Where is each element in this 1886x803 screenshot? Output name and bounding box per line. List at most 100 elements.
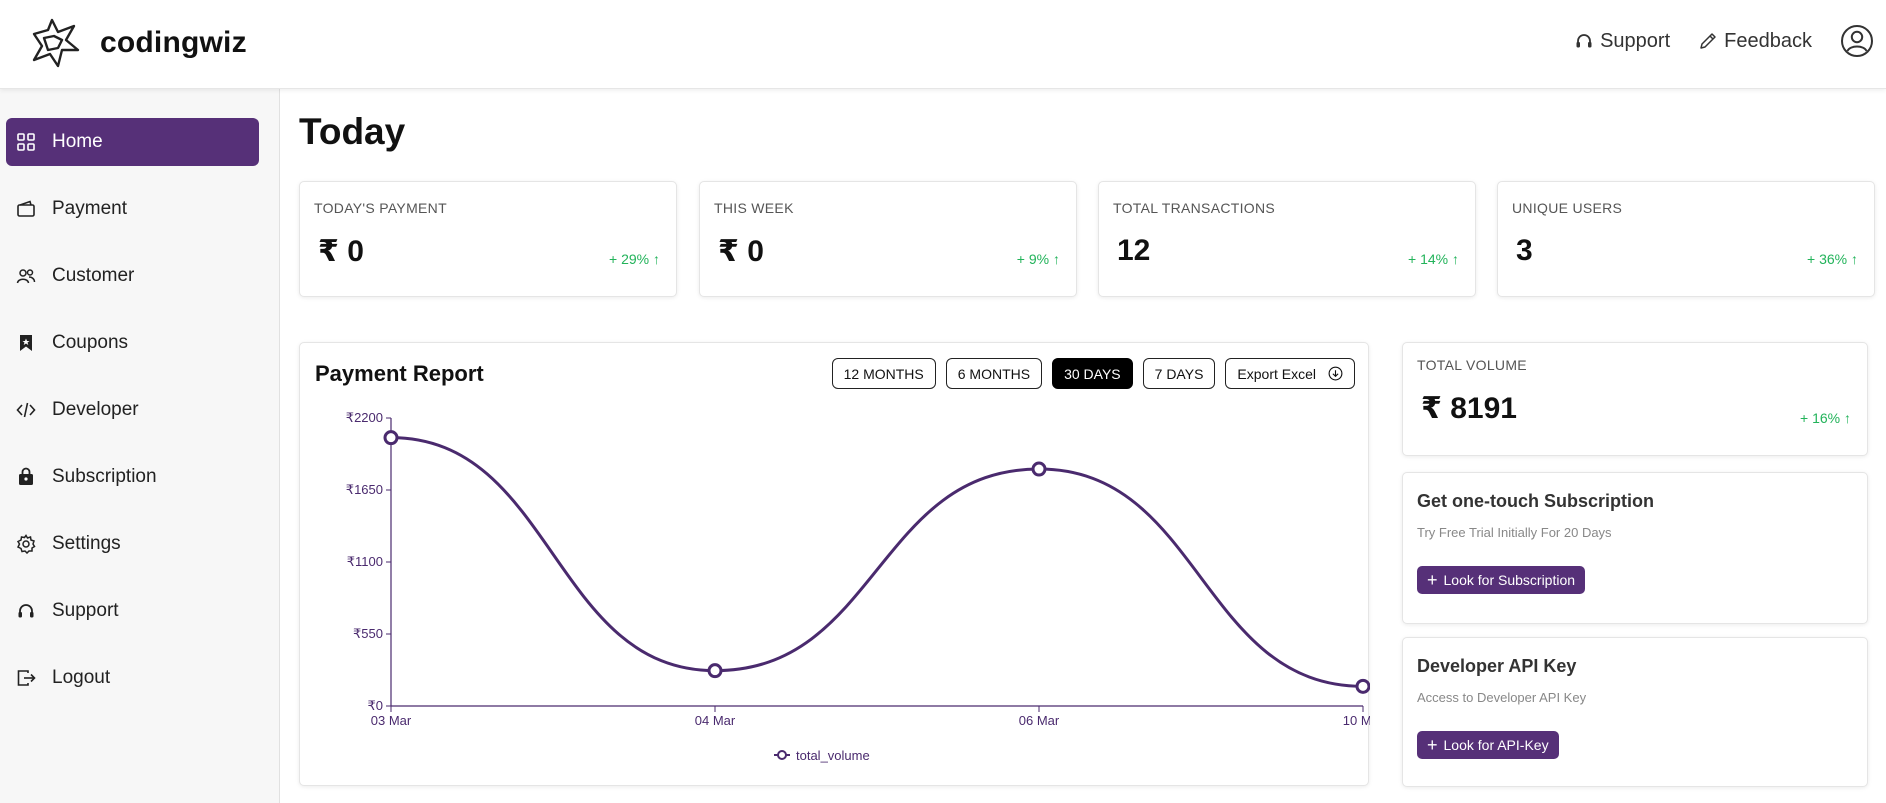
data-point bbox=[383, 430, 399, 446]
button-label: Look for Subscription bbox=[1443, 572, 1576, 588]
stat-value: ₹ 0 bbox=[318, 235, 364, 268]
logout-icon bbox=[16, 668, 36, 688]
stat-label: TOTAL TRANSACTIONS bbox=[1113, 200, 1276, 216]
sidebar-item-subscription[interactable]: Subscription bbox=[6, 453, 259, 501]
total-volume-card: TOTAL VOLUME ₹ 8191 + 16% ↑ bbox=[1402, 342, 1868, 456]
x-tick-label: 10 Mar bbox=[1343, 713, 1370, 728]
gear-icon bbox=[16, 534, 36, 554]
headset-icon bbox=[1576, 34, 1592, 48]
stat-card-unique-users: UNIQUE USERS 3 + 36% ↑ bbox=[1497, 181, 1875, 297]
bookmark-icon bbox=[16, 333, 36, 353]
sidebar-item-customer[interactable]: Customer bbox=[6, 252, 259, 300]
data-point bbox=[1355, 678, 1370, 694]
top-header: codingwiz Support Feedback bbox=[0, 0, 1886, 89]
sidebar-item-home[interactable]: Home bbox=[6, 118, 259, 166]
y-tick-label: ₹1100 bbox=[347, 554, 383, 569]
promo-subtitle: Access to Developer API Key bbox=[1417, 690, 1587, 705]
stat-delta: + 36% ↑ bbox=[1807, 251, 1858, 267]
volume-label: TOTAL VOLUME bbox=[1417, 357, 1527, 373]
export-excel-button[interactable]: Export Excel bbox=[1225, 358, 1355, 389]
sidebar-item-label: Developer bbox=[52, 399, 139, 420]
promo-subtitle: Try Free Trial Initially For 20 Days bbox=[1417, 525, 1612, 540]
series-line-total-volume bbox=[390, 436, 1364, 688]
stat-delta: + 14% ↑ bbox=[1408, 251, 1459, 267]
sidebar-item-label: Subscription bbox=[52, 466, 157, 487]
range-6-months-button[interactable]: 6 MONTHS bbox=[945, 358, 1043, 389]
legend-marker bbox=[777, 750, 787, 760]
export-excel-label: Export Excel bbox=[1237, 365, 1316, 382]
sidebar-item-label: Logout bbox=[52, 667, 111, 688]
sidebar-item-label: Coupons bbox=[52, 332, 129, 353]
stat-card-this-week: THIS WEEK ₹ 0 + 9% ↑ bbox=[699, 181, 1077, 297]
x-tick-label: 04 Mar bbox=[695, 713, 736, 728]
range-7-days-button[interactable]: 7 DAYS bbox=[1142, 358, 1216, 389]
look-for-api-key-button[interactable]: + Look for API-Key bbox=[1417, 731, 1559, 759]
stat-delta: + 9% ↑ bbox=[1016, 251, 1060, 267]
stat-card-todays-payment: TODAY'S PAYMENT ₹ 0 + 29% ↑ bbox=[299, 181, 677, 297]
stat-label: TODAY'S PAYMENT bbox=[314, 200, 447, 216]
download-circle-icon bbox=[1328, 366, 1343, 381]
support-label: Support bbox=[1600, 29, 1671, 52]
brand-name: codingwiz bbox=[100, 26, 247, 59]
stat-delta: + 29% ↑ bbox=[609, 251, 660, 267]
support-link[interactable]: Support bbox=[1574, 30, 1670, 53]
page-title: Today bbox=[299, 111, 406, 152]
volume-delta: + 16% ↑ bbox=[1800, 410, 1851, 426]
headset-icon bbox=[16, 601, 36, 621]
brand[interactable]: codingwiz bbox=[28, 16, 247, 70]
sidebar-item-label: Support bbox=[52, 600, 119, 621]
code-icon bbox=[16, 400, 36, 420]
stat-card-total-transactions: TOTAL TRANSACTIONS 12 + 14% ↑ bbox=[1098, 181, 1476, 297]
range-toggle-group: 12 MONTHS 6 MONTHS 30 DAYS 7 DAYS Export… bbox=[822, 358, 1355, 389]
stat-value: ₹ 0 bbox=[718, 235, 764, 268]
sidebar-item-logout[interactable]: Logout bbox=[6, 654, 259, 702]
sidebar-item-support[interactable]: Support bbox=[6, 587, 259, 635]
subscription-promo-card: Get one-touch Subscription Try Free Tria… bbox=[1402, 472, 1868, 624]
api-key-promo-card: Developer API Key Access to Developer AP… bbox=[1402, 637, 1868, 787]
stat-value: 12 bbox=[1117, 234, 1151, 267]
main-content: Today TODAY'S PAYMENT ₹ 0 + 29% ↑ THIS W… bbox=[281, 89, 1886, 803]
promo-title: Get one-touch Subscription bbox=[1417, 491, 1654, 511]
promo-title: Developer API Key bbox=[1417, 656, 1577, 676]
sidebar-item-coupons[interactable]: Coupons bbox=[6, 319, 259, 367]
feedback-label: Feedback bbox=[1724, 29, 1812, 52]
payment-report-chart: ₹0 ₹550 ₹1100 ₹1650 ₹2200 03 Mar 04 Mar 06 Mar 1… bbox=[346, 410, 1370, 763]
sidebar-item-label: Settings bbox=[52, 533, 121, 554]
sidebar-item-label: Customer bbox=[52, 265, 135, 286]
feedback-link[interactable]: Feedback bbox=[1698, 30, 1812, 53]
data-point bbox=[1031, 461, 1047, 477]
sidebar-item-label: Home bbox=[52, 131, 103, 152]
sidebar-item-developer[interactable]: Developer bbox=[6, 386, 259, 434]
users-icon bbox=[16, 266, 36, 286]
plus-icon: + bbox=[1427, 735, 1438, 755]
wallet-icon bbox=[16, 199, 36, 219]
legend-label: total_volume bbox=[796, 748, 870, 763]
y-tick-label: ₹550 bbox=[353, 626, 383, 641]
y-tick-label: ₹0 bbox=[367, 698, 383, 713]
range-30-days-button[interactable]: 30 DAYS bbox=[1052, 358, 1133, 389]
sidebar-item-payment[interactable]: Payment bbox=[6, 185, 259, 233]
x-tick-label: 06 Mar bbox=[1019, 713, 1060, 728]
y-tick-label: ₹2200 bbox=[346, 410, 383, 425]
stat-value: 3 bbox=[1516, 234, 1533, 267]
plus-icon: + bbox=[1427, 570, 1438, 590]
stat-label: UNIQUE USERS bbox=[1512, 200, 1623, 216]
report-title: Payment Report bbox=[315, 361, 484, 386]
y-tick-label: ₹1650 bbox=[346, 482, 383, 497]
user-avatar-icon[interactable] bbox=[1840, 24, 1874, 58]
x-tick-label: 03 Mar bbox=[371, 713, 412, 728]
payment-report-card: ₹0 ₹550 ₹1100 ₹1650 ₹2200 03 Mar 04 Mar 06 Mar 1… bbox=[299, 342, 1370, 786]
sidebar-item-label: Payment bbox=[52, 198, 127, 219]
button-label: Look for API-Key bbox=[1443, 737, 1549, 753]
pencil-icon bbox=[1700, 33, 1716, 49]
stat-label: THIS WEEK bbox=[714, 200, 794, 216]
lock-bag-icon bbox=[16, 467, 36, 487]
brand-logo-icon bbox=[32, 18, 80, 68]
sidebar: Home Payment Customer Coupons Developer … bbox=[0, 89, 280, 803]
data-point bbox=[707, 663, 723, 679]
sidebar-item-settings[interactable]: Settings bbox=[6, 520, 259, 568]
grid-icon bbox=[16, 132, 36, 152]
look-for-subscription-button[interactable]: + Look for Subscription bbox=[1417, 566, 1586, 594]
volume-value: ₹ 8191 bbox=[1421, 392, 1517, 425]
range-12-months-button[interactable]: 12 MONTHS bbox=[831, 358, 936, 389]
